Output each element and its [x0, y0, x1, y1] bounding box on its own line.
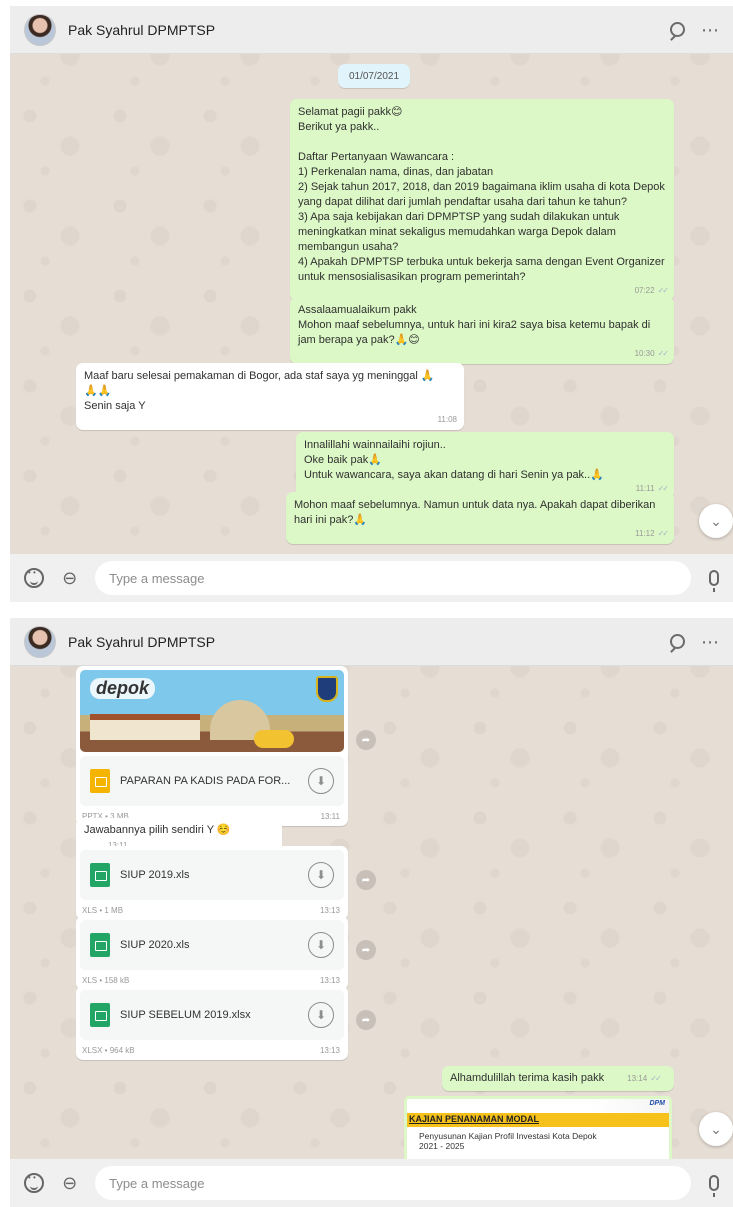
message-time: 13:14: [627, 1074, 648, 1083]
image-message-preview[interactable]: DPM KAJIAN PENANAMAN MODAL Penyusunan Ka…: [404, 1096, 672, 1166]
file-row[interactable]: PAPARAN PA KADIS PADA FOR... ⬇: [80, 756, 344, 806]
contact-name[interactable]: Pak Syahrul DPMPTSP: [68, 634, 654, 650]
message-text: Jawabannya pilih sendiri Y ☺️: [84, 824, 231, 836]
avatar[interactable]: [24, 13, 56, 46]
forward-icon[interactable]: ➦: [356, 940, 376, 960]
paperclip-icon[interactable]: ⊘: [57, 565, 82, 591]
message-bubble-outgoing[interactable]: Innalillahi wainnailaihi rojiun.. Oke ba…: [296, 432, 674, 499]
file-message-xlsx[interactable]: SIUP SEBELUM 2019.xlsx ⬇ XLSX • 964 kB 13…: [76, 986, 348, 1060]
message-text: Alhamdulillah terima kasih pakk: [450, 1072, 605, 1084]
message-time: 13:13: [319, 906, 340, 915]
message-time: 11:08: [437, 415, 457, 424]
dpm-logo: DPM: [649, 1100, 665, 1107]
date-chip: 01/07/2021: [338, 64, 410, 88]
message-text: Assalaamualaikum pakk Mohon maaf sebelum…: [298, 304, 651, 346]
file-name: SIUP 2020.xls: [120, 939, 190, 951]
message-input[interactable]: [95, 1166, 691, 1200]
composer-bar: ⊘: [10, 554, 733, 602]
chat-header: Pak Syahrul DPMPTSP ⋯: [10, 6, 733, 54]
chevron-down-icon: ⌄: [710, 512, 722, 529]
message-time: 13:13: [319, 976, 340, 985]
paperclip-icon[interactable]: ⊘: [57, 1170, 82, 1196]
chevron-down-icon: ⌄: [710, 1120, 722, 1137]
spreadsheet-file-icon: [90, 933, 110, 957]
contact-name[interactable]: Pak Syahrul DPMPTSP: [68, 22, 654, 38]
file-name: PAPARAN PA KADIS PADA FOR...: [120, 775, 291, 787]
avatar[interactable]: [24, 625, 56, 658]
message-input[interactable]: [95, 561, 691, 595]
search-icon[interactable]: [670, 634, 685, 649]
file-row[interactable]: SIUP 2020.xls ⬇: [80, 920, 344, 970]
pptx-file-icon: [90, 769, 110, 793]
document-title: KAJIAN PENANAMAN MODAL: [407, 1113, 669, 1127]
search-icon[interactable]: [670, 22, 685, 37]
message-time: 13:13: [319, 1046, 340, 1055]
forward-icon[interactable]: ➦: [356, 730, 376, 750]
download-icon[interactable]: ⬇: [308, 932, 334, 958]
message-bubble-outgoing[interactable]: Mohon maaf sebelumnya. Namun untuk data …: [286, 492, 674, 544]
composer-bar: ⊘: [10, 1159, 733, 1207]
document-subtitle-years: 2021 - 2025: [419, 1141, 465, 1151]
double-check-icon: ✓✓: [657, 349, 669, 358]
scroll-down-button[interactable]: ⌄: [699, 1112, 733, 1146]
forward-icon[interactable]: ➦: [356, 870, 376, 890]
forward-icon[interactable]: ➦: [356, 1010, 376, 1030]
spreadsheet-file-icon: [90, 1003, 110, 1027]
message-time: 11:12: [635, 529, 655, 538]
more-vertical-icon[interactable]: ⋯: [701, 633, 719, 651]
chat-header: Pak Syahrul DPMPTSP ⋯: [10, 618, 733, 666]
emoji-icon[interactable]: [24, 568, 44, 588]
file-message-xls[interactable]: SIUP 2020.xls ⬇ XLS • 158 kB 13:13: [76, 916, 348, 990]
scroll-down-button[interactable]: ⌄: [699, 504, 733, 538]
double-check-icon: ✓✓: [650, 1074, 661, 1083]
download-icon[interactable]: ⬇: [308, 1002, 334, 1028]
file-row[interactable]: SIUP SEBELUM 2019.xlsx ⬇: [80, 990, 344, 1040]
spreadsheet-file-icon: [90, 863, 110, 887]
message-text: Mohon maaf sebelumnya. Namun untuk data …: [294, 499, 659, 526]
file-message-pptx[interactable]: depok PAPARAN PA KADIS PADA FOR... ⬇ PPT…: [76, 666, 348, 826]
file-name: SIUP SEBELUM 2019.xlsx: [120, 1009, 251, 1021]
microphone-icon[interactable]: [709, 1175, 719, 1197]
microphone-icon[interactable]: [709, 570, 719, 592]
chat-window-top: Pak Syahrul DPMPTSP ⋯ 01/07/2021 Selamat…: [10, 6, 733, 602]
file-message-xls[interactable]: SIUP 2019.xls ⬇ XLS • 1 MB 13:13: [76, 846, 348, 920]
more-vertical-icon[interactable]: ⋯: [701, 21, 719, 39]
message-bubble-outgoing[interactable]: Alhamdulillah terima kasih pakk 13:14 ✓✓: [442, 1066, 674, 1091]
file-meta: XLS • 1 MB: [82, 906, 124, 915]
double-check-icon: ✓✓: [657, 286, 669, 295]
download-icon[interactable]: ⬇: [308, 768, 334, 794]
document-subtitle: Penyusunan Kajian Profil Investasi Kota …: [419, 1131, 597, 1141]
city-crest-icon: [316, 676, 338, 702]
message-time: 07:22: [634, 286, 655, 295]
message-text: Selamat pagii pakk😊 Berikut ya pakk.. Da…: [298, 106, 665, 283]
building-illustration: [90, 714, 200, 740]
emoji-icon[interactable]: [24, 1173, 44, 1193]
chat-window-bottom: Pak Syahrul DPMPTSP ⋯ depok PAPARAN PA K…: [10, 618, 733, 1207]
file-meta: XLS • 158 kB: [82, 976, 130, 985]
file-thumbnail[interactable]: depok: [80, 670, 344, 752]
download-icon[interactable]: ⬇: [308, 862, 334, 888]
double-check-icon: ✓✓: [657, 529, 669, 538]
message-bubble-incoming[interactable]: Maaf baru selesai pemakaman di Bogor, ad…: [76, 363, 464, 430]
message-text: Innalillahi wainnailaihi rojiun.. Oke ba…: [304, 439, 604, 481]
message-bubble-outgoing[interactable]: Assalaamualaikum pakk Mohon maaf sebelum…: [290, 297, 674, 364]
depok-logo: depok: [90, 678, 156, 699]
file-row[interactable]: SIUP 2019.xls ⬇: [80, 850, 344, 900]
message-time: 13:11: [320, 812, 340, 821]
message-time: 10:30: [634, 349, 655, 358]
file-name: SIUP 2019.xls: [120, 869, 190, 881]
file-meta: XLSX • 964 kB: [82, 1046, 135, 1055]
message-bubble-outgoing[interactable]: Selamat pagii pakk😊 Berikut ya pakk.. Da…: [290, 99, 674, 301]
message-text: Maaf baru selesai pemakaman di Bogor, ad…: [84, 370, 435, 412]
fruit-illustration: [254, 730, 294, 748]
